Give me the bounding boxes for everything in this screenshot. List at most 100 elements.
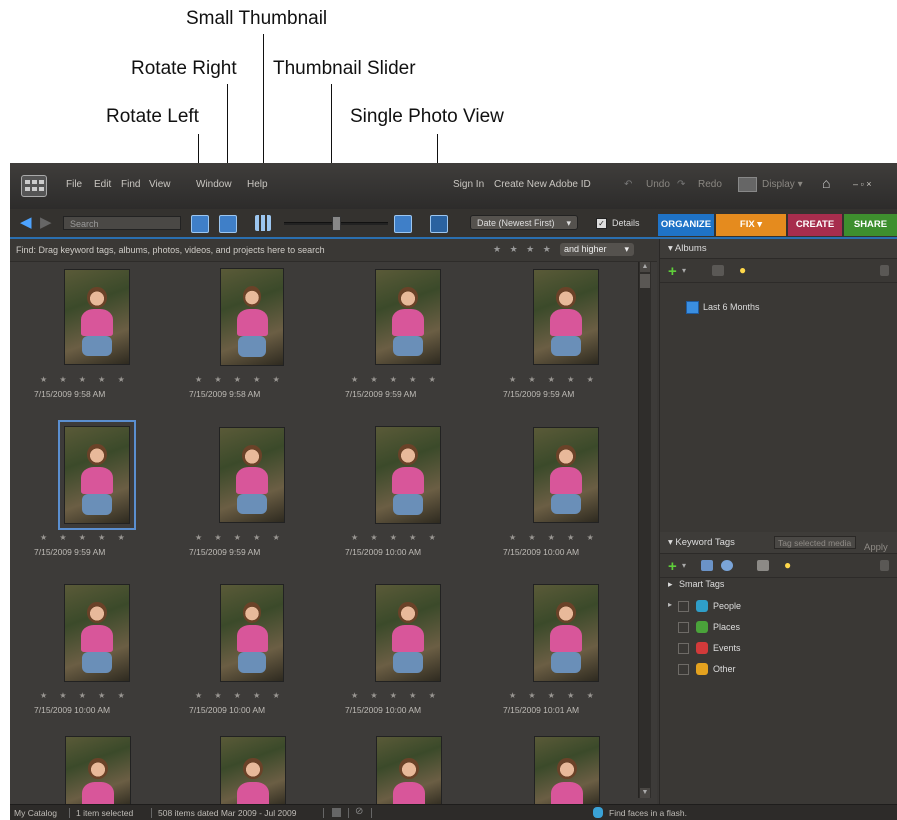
tag-cloud-icon[interactable] [721, 560, 733, 571]
delete-tag-icon[interactable] [880, 560, 889, 571]
tag-import-icon[interactable] [701, 560, 713, 571]
small-thumbnail-icon[interactable] [255, 215, 271, 231]
undo-icon[interactable]: ↶ [624, 179, 632, 190]
add-tag-icon[interactable]: + [668, 558, 677, 575]
thumbnail-cell[interactable]: ★ ★ ★ ★ ★ 7/15/2009 10:00 AM [491, 420, 641, 570]
thumbnail-cell[interactable]: ★ ★ ★ ★ ★ 7/15/2009 9:59 AM [333, 262, 483, 412]
redo-button[interactable]: Redo [698, 179, 722, 190]
grid-scrollbar[interactable]: ▲ ▼ [638, 262, 651, 798]
back-arrow-icon[interactable]: ◀ [20, 215, 36, 231]
thumbnail-cell[interactable]: ★ ★ ★ ★ ★ 7/15/2009 10:00 AM [22, 578, 172, 728]
create-adobe-id-link[interactable]: Create New Adobe ID [494, 179, 591, 190]
large-thumbnail-icon[interactable] [394, 215, 412, 233]
tag-checkbox[interactable] [678, 601, 689, 612]
thumbnail-cell[interactable]: ★ ★ ★ ★ ★ 7/15/2009 9:59 AM [22, 420, 172, 570]
display-menu[interactable]: Display ▾ [762, 179, 803, 190]
thumbnail-rating-stars[interactable]: ★ ★ ★ ★ ★ [195, 691, 285, 700]
redo-icon[interactable]: ↷ [677, 179, 685, 190]
thumbnail-cell[interactable]: ★ ★ ★ ★ ★ 7/15/2009 10:00 AM [333, 420, 483, 570]
tab-create[interactable]: CREATE [788, 214, 842, 236]
tag-other[interactable]: Other [660, 663, 890, 681]
smart-tags-row[interactable]: ▸ Smart Tags [668, 579, 724, 597]
thumbnail-cell[interactable]: ★ ★ ★ ★ ★ 7/15/2009 9:59 AM [177, 420, 327, 570]
rating-filter-select[interactable]: and higher ▾ [560, 243, 634, 256]
photo-thumbnail[interactable] [64, 584, 130, 682]
details-checkbox[interactable]: ✓ [596, 218, 607, 229]
tag-people[interactable]: ▸ People [660, 600, 890, 618]
window-controls[interactable]: ‒ ▫ × [853, 179, 871, 189]
photo-thumbnail[interactable] [65, 736, 131, 810]
thumbnail-rating-stars[interactable]: ★ ★ ★ ★ ★ [509, 375, 599, 384]
photo-thumbnail[interactable] [375, 269, 441, 365]
menu-view[interactable]: View [149, 179, 171, 190]
slider-thumb[interactable] [332, 216, 341, 231]
photo-thumbnail[interactable] [533, 427, 599, 523]
add-menu-chevron-icon[interactable]: ▾ [682, 266, 686, 275]
photo-thumbnail[interactable] [375, 426, 441, 524]
tab-share[interactable]: SHARE [844, 214, 897, 236]
photo-thumbnail[interactable] [220, 268, 284, 366]
album-last-6-months[interactable]: Last 6 Months [703, 302, 760, 312]
photo-thumbnail[interactable] [376, 736, 442, 810]
scroll-up-arrow[interactable]: ▲ [640, 262, 650, 272]
tag-checkbox[interactable] [678, 664, 689, 675]
thumbnail-rating-stars[interactable]: ★ ★ ★ ★ ★ [351, 533, 441, 542]
menu-window[interactable]: Window [196, 179, 232, 190]
menu-file[interactable]: File [66, 179, 82, 190]
single-photo-view-icon[interactable] [430, 215, 448, 233]
thumbnail-cell[interactable]: ★ ★ ★ ★ ★ 7/15/2009 10:00 AM [177, 578, 327, 728]
timeline-icon[interactable] [332, 808, 341, 817]
attachment-icon[interactable]: ⊘ [355, 806, 363, 817]
tag-selected-media-input[interactable]: Tag selected media [774, 536, 856, 549]
thumbnail-rating-stars[interactable]: ★ ★ ★ ★ ★ [351, 691, 441, 700]
thumbnail-cell[interactable]: ★ ★ ★ ★ ★ 7/15/2009 10:01 AM [491, 578, 641, 728]
tag-places[interactable]: Places [660, 621, 890, 639]
photo-thumbnail[interactable] [220, 736, 286, 810]
menu-edit[interactable]: Edit [94, 179, 111, 190]
thumbnail-rating-stars[interactable]: ★ ★ ★ ★ ★ [40, 533, 130, 542]
forward-arrow-icon[interactable]: ▶ [40, 215, 56, 231]
add-album-icon[interactable]: + [668, 263, 677, 280]
thumbnail-rating-stars[interactable]: ★ ★ ★ ★ ★ [195, 375, 285, 384]
thumbnail-rating-stars[interactable]: ★ ★ ★ ★ ★ [40, 691, 130, 700]
photo-thumbnail[interactable] [64, 269, 130, 365]
tag-checkbox[interactable] [678, 643, 689, 654]
thumbnail-rating-stars[interactable]: ★ ★ ★ ★ ★ [40, 375, 130, 384]
rotate-left-icon[interactable] [191, 215, 209, 233]
tag-person-icon[interactable] [757, 560, 769, 571]
rating-stars[interactable]: ★ ★ ★ ★ ★ [493, 244, 570, 255]
photo-thumbnail[interactable] [375, 584, 441, 682]
thumbnail-rating-stars[interactable]: ★ ★ ★ ★ ★ [351, 375, 441, 384]
tab-fix[interactable]: FIX ▾ [716, 214, 786, 236]
add-tag-chevron-icon[interactable]: ▾ [682, 561, 686, 570]
tag-lightbulb-icon[interactable]: ● [784, 558, 791, 572]
scroll-thumb[interactable] [640, 274, 650, 288]
scroll-down-arrow[interactable]: ▼ [640, 788, 650, 798]
thumbnail-cell[interactable]: ★ ★ ★ ★ ★ 7/15/2009 9:58 AM [22, 262, 172, 412]
photo-thumbnail[interactable] [219, 427, 285, 523]
search-input[interactable]: Search [63, 216, 181, 230]
photo-thumbnail[interactable] [220, 584, 284, 682]
app-logo-icon[interactable] [21, 175, 47, 197]
undo-button[interactable]: Undo [646, 179, 670, 190]
delete-album-icon[interactable] [880, 265, 889, 276]
sort-order-select[interactable]: Date (Newest First) ▾ [470, 215, 578, 230]
thumbnail-slider[interactable] [284, 216, 388, 231]
tab-organize[interactable]: ORGANIZE [658, 214, 714, 236]
menu-help[interactable]: Help [247, 179, 268, 190]
thumbnail-rating-stars[interactable]: ★ ★ ★ ★ ★ [509, 691, 599, 700]
photo-thumbnail[interactable] [533, 584, 599, 682]
edit-album-icon[interactable] [712, 265, 724, 276]
menu-find[interactable]: Find [121, 179, 140, 190]
catalog-name[interactable]: My Catalog [14, 808, 57, 818]
find-bar[interactable]: Find: Drag keyword tags, albums, photos,… [10, 239, 657, 262]
sign-in-link[interactable]: Sign In [453, 179, 484, 190]
tag-events[interactable]: Events [660, 642, 890, 660]
photo-thumbnail[interactable] [533, 269, 599, 365]
photo-thumbnail[interactable] [534, 736, 600, 810]
home-icon[interactable]: ⌂ [822, 175, 830, 191]
albums-header[interactable]: ▾ Albums [660, 239, 897, 259]
display-icon[interactable] [738, 177, 757, 192]
thumbnail-rating-stars[interactable]: ★ ★ ★ ★ ★ [195, 533, 285, 542]
thumbnail-cell[interactable]: ★ ★ ★ ★ ★ 7/15/2009 9:59 AM [491, 262, 641, 412]
